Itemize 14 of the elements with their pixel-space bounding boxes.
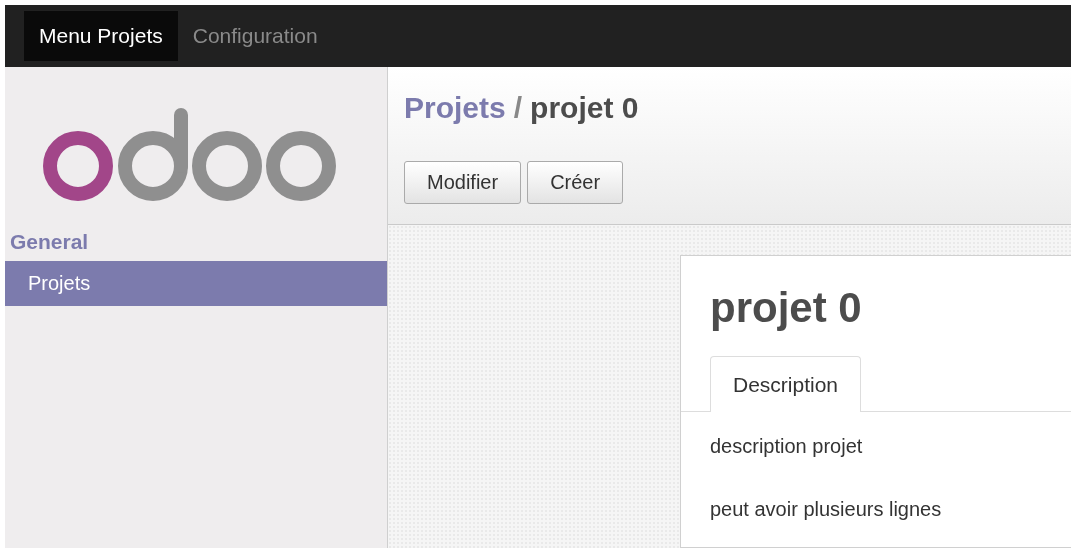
breadcrumb-link[interactable]: Projets bbox=[404, 91, 506, 125]
breadcrumb-separator: / bbox=[513, 91, 523, 125]
record-title: projet 0 bbox=[710, 284, 862, 332]
sidebar-section: General bbox=[5, 223, 387, 261]
menu-tab[interactable]: Configuration bbox=[177, 11, 333, 61]
action-button[interactable]: Créer bbox=[527, 161, 624, 204]
action-button[interactable]: Modifier bbox=[404, 161, 522, 204]
description-text: peut avoir plusieurs lignes bbox=[710, 498, 942, 521]
description-text: description projet bbox=[710, 435, 863, 458]
breadcrumb-current: projet 0 bbox=[530, 91, 639, 125]
sidebar-item[interactable]: Projets bbox=[5, 261, 387, 306]
notebook-tab[interactable]: Description bbox=[710, 356, 862, 412]
logo-icon bbox=[43, 107, 339, 203]
menu-tab[interactable]: Menu Projets bbox=[24, 11, 178, 61]
